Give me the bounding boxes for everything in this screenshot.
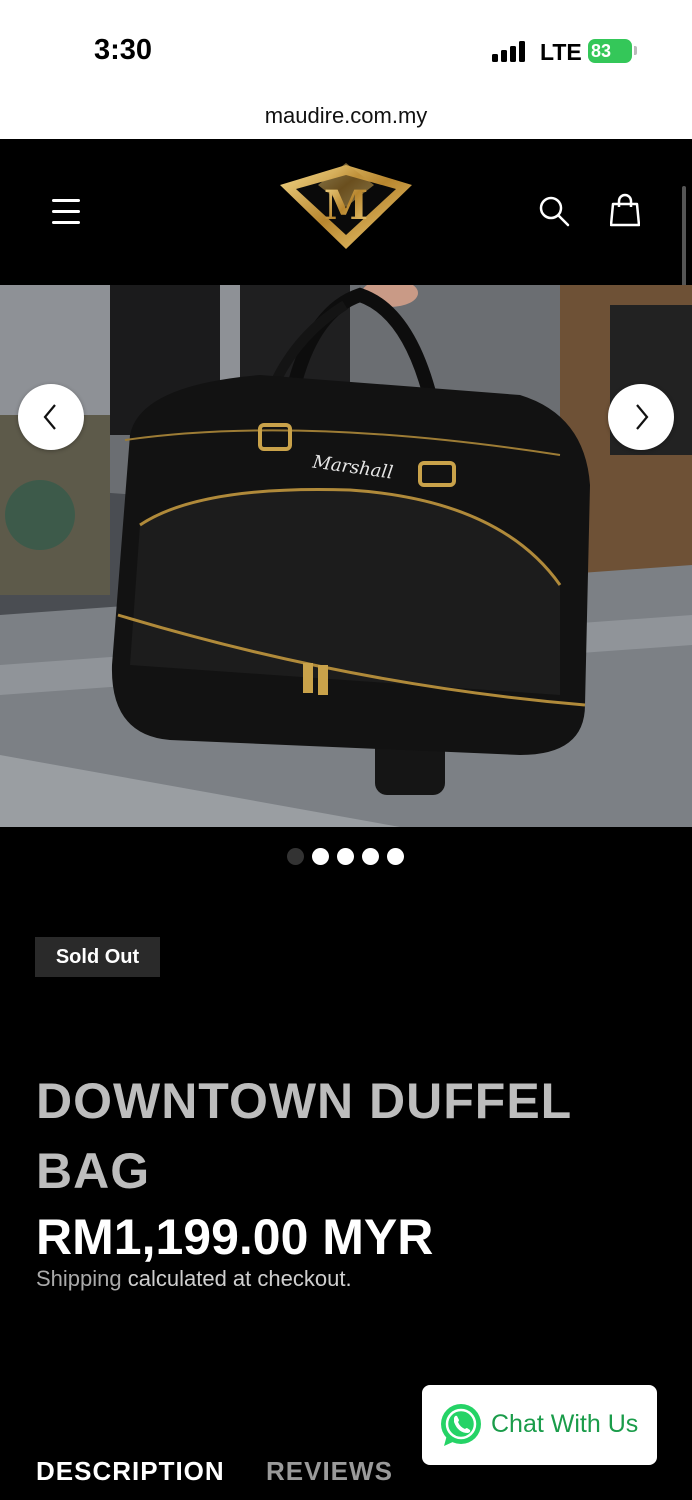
product-title: DOWNTOWN DUFFEL BAG xyxy=(36,1073,572,1199)
search-icon[interactable] xyxy=(538,195,570,227)
status-bar: 3:30 LTE 83 xyxy=(0,0,692,95)
product-image[interactable]: Marshall xyxy=(0,285,692,827)
whatsapp-icon xyxy=(441,1404,481,1446)
signal-icon xyxy=(492,40,528,62)
gallery-dot[interactable] xyxy=(387,848,404,865)
brand-logo[interactable]: M xyxy=(278,163,414,251)
gallery-dot[interactable] xyxy=(337,848,354,865)
chevron-right-icon xyxy=(636,404,649,430)
gallery-dot[interactable] xyxy=(287,848,304,865)
next-image-button[interactable] xyxy=(608,384,674,450)
chat-with-us-button[interactable]: Chat With Us xyxy=(422,1385,657,1465)
url-bar[interactable]: maudire.com.my xyxy=(0,95,692,139)
gallery-dot[interactable] xyxy=(362,848,379,865)
battery-level: 83 xyxy=(591,41,612,61)
tab-description[interactable]: DESCRIPTION xyxy=(36,1456,225,1487)
shipping-link[interactable]: Shipping xyxy=(36,1266,122,1291)
site-header: M xyxy=(0,139,692,285)
battery-tip xyxy=(634,46,637,55)
product-photo: Marshall xyxy=(0,285,692,827)
product-price: RM1,199.00 MYR xyxy=(36,1209,434,1265)
network-type: LTE xyxy=(540,39,582,65)
shipping-note-text: calculated at checkout. xyxy=(121,1266,352,1291)
tab-reviews[interactable]: REVIEWS xyxy=(266,1456,393,1487)
battery-icon: 83 xyxy=(588,39,632,63)
cart-icon[interactable] xyxy=(610,193,640,227)
previous-image-button[interactable] xyxy=(18,384,84,450)
status-time: 3:30 xyxy=(94,34,153,66)
chat-label: Chat With Us xyxy=(491,1410,639,1438)
shipping-note: Shipping calculated at checkout. xyxy=(36,1266,352,1292)
logo-letter: M xyxy=(324,182,368,229)
sold-out-badge: Sold Out xyxy=(35,937,160,977)
menu-icon[interactable] xyxy=(52,199,82,225)
gallery-dot[interactable] xyxy=(312,848,329,865)
chevron-left-icon xyxy=(43,404,56,430)
